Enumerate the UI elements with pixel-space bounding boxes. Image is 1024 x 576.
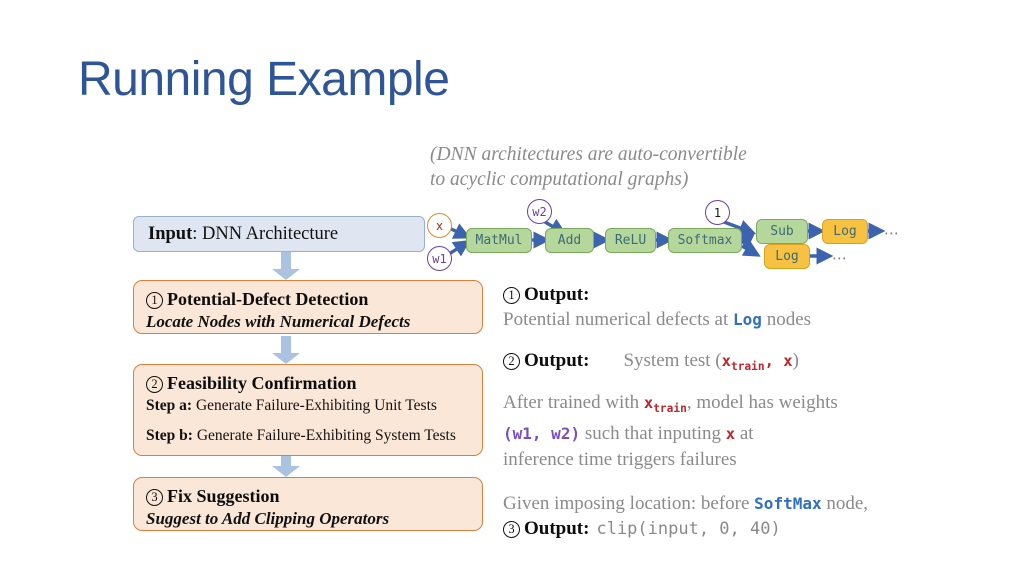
- line1-before: Given imposing location: before: [503, 493, 755, 515]
- stage-3-title: 3 Fix Suggestion: [146, 485, 470, 508]
- explanation-block-3: After trained with xtrain, model has wei…: [503, 390, 903, 472]
- stage-box-feasibility-confirmation: 2 Feasibility Confirmation Step a: Genera…: [133, 364, 483, 456]
- input-box-value: : DNN Architecture: [192, 223, 339, 244]
- graph-input-x: x: [427, 213, 452, 238]
- graph-node-sub: Sub: [756, 219, 808, 244]
- graph-node-relu: ReLU: [605, 228, 656, 253]
- graph-caption-line-1: (DNN architectures are auto-convertible: [430, 144, 747, 165]
- graph-caption-line-2: to acyclic computational graphs): [430, 169, 689, 190]
- stage-1-number: 1: [146, 292, 163, 309]
- flow-arrow-stage1-to-stage2: [272, 336, 300, 364]
- x-token: x: [783, 352, 793, 370]
- arrow-shaft: [281, 336, 291, 353]
- stage-2-step-a-text: Generate Failure-Exhibiting Unit Tests: [192, 397, 437, 414]
- arrow-head: [272, 353, 300, 364]
- output-1-label: Output:: [524, 284, 590, 305]
- graph-node-matmul: MatMul: [466, 228, 532, 253]
- explanation-4-line-1: Given imposing location: before SoftMax …: [503, 491, 903, 516]
- stage-2-title-text: Feasibility Confirmation: [167, 373, 357, 393]
- output-2-text-before: System test (: [623, 350, 722, 371]
- arrow-shaft: [281, 252, 291, 269]
- stage-box-potential-defect-detection: 1 Potential-Defect Detection Locate Nodes…: [133, 280, 483, 334]
- stage-1-title: 1 Potential-Defect Detection: [146, 288, 470, 311]
- line1-after: node,: [821, 493, 869, 515]
- arrow-head: [272, 466, 300, 477]
- output-3-heading: 3 Output:: [503, 516, 589, 541]
- line1-before: After trained with: [503, 392, 644, 414]
- input-box-label: Input: [148, 223, 193, 244]
- w2-token: w2: [541, 424, 571, 444]
- output-1-heading: 1 Output:: [503, 282, 903, 307]
- w1-token: w1,: [512, 424, 542, 444]
- output-2-row: 2 Output: System test (xtrain, x): [503, 348, 903, 379]
- stage-2-title: 2 Feasibility Confirmation: [146, 372, 470, 395]
- graph-node-log-bottom: Log: [764, 244, 810, 269]
- page-title: Running Example: [78, 53, 450, 106]
- x-train-token: xtrain: [721, 352, 765, 374]
- output-1-text: Potential numerical defects at Log nodes: [503, 307, 903, 332]
- graph-ellipsis-top: ⋯: [884, 224, 899, 242]
- line2-end: at: [735, 423, 754, 445]
- x-train-token: xtrain: [643, 394, 687, 416]
- output-1-number: 1: [503, 287, 520, 304]
- output-2-text: System test (xtrain, x): [623, 348, 798, 379]
- stage-2-step-b: Step b: Generate Failure-Exhibiting Syst…: [146, 425, 470, 446]
- flow-arrow-stage2-to-stage3: [272, 456, 300, 477]
- stage-1-subtitle: Locate Nodes with Numerical Defects: [146, 312, 411, 331]
- stage-2-step-b-text: Generate Failure-Exhibiting System Tests: [192, 427, 456, 444]
- explanation-3-line-2: (w1, w2) such that inputing x at: [503, 421, 903, 447]
- stage-box-fix-suggestion: 3 Fix Suggestion Suggest to Add Clipping …: [133, 477, 483, 531]
- explanation-3-line-1: After trained with xtrain, model has wei…: [503, 390, 903, 421]
- output-2-text-after: ): [792, 350, 799, 371]
- stage-1-title-text: Potential-Defect Detection: [167, 289, 369, 309]
- clip-code-token: clip(input, 0, 40): [596, 519, 781, 540]
- output-1-text-before: Potential numerical defects at: [503, 309, 734, 330]
- stage-2-step-b-label: Step b:: [146, 427, 193, 444]
- stage-2-spacer: [146, 416, 470, 425]
- graph-node-add: Add: [545, 228, 594, 253]
- graph-input-w2: w2: [527, 199, 552, 224]
- paren-open: (: [503, 424, 513, 444]
- explanation-panel: 1 Output: Potential numerical defects at …: [503, 282, 903, 541]
- paren-close: ): [570, 424, 581, 444]
- graph-node-log-top: Log: [822, 219, 868, 244]
- input-architecture-box: Input: DNN Architecture: [133, 216, 425, 252]
- stage-3-number: 3: [146, 489, 163, 506]
- graph-caption: (DNN architectures are auto-convertible …: [430, 142, 870, 192]
- output-2-label: Output:: [524, 350, 590, 371]
- output-3-label: Output:: [524, 518, 590, 540]
- output-2-heading: 2 Output:: [503, 348, 589, 373]
- explanation-block-4: Given imposing location: before SoftMax …: [503, 491, 903, 541]
- stage-3-subtitle: Suggest to Add Clipping Operators: [146, 509, 390, 528]
- graph-input-w1: w1: [427, 246, 452, 271]
- graph-ellipsis-bottom: ⋯: [832, 249, 847, 267]
- log-code-token: Log: [733, 310, 762, 329]
- explanation-block-2: 2 Output: System test (xtrain, x): [503, 348, 903, 379]
- graph-node-softmax: Softmax: [668, 228, 742, 253]
- explanation-block-1: 1 Output: Potential numerical defects at …: [503, 282, 903, 332]
- line2-mid: such that inputing: [580, 423, 726, 445]
- x-token: x: [725, 425, 736, 444]
- explanation-3-line-3: inference time triggers failures: [503, 449, 737, 471]
- flow-arrow-input-to-stage1: [272, 252, 300, 280]
- output-3-row: 3 Output: clip(input, 0, 40): [503, 516, 903, 541]
- arrow-shaft: [281, 456, 291, 466]
- line1-after: , model has weights: [686, 392, 838, 414]
- stage-2-step-a-label: Step a:: [146, 397, 193, 414]
- comma-token: ,: [764, 352, 784, 370]
- output-2-number: 2: [503, 353, 520, 370]
- output-3-number: 3: [503, 521, 520, 539]
- output-1-text-after: nodes: [761, 309, 812, 330]
- stage-2-number: 2: [146, 376, 163, 393]
- softmax-code-token: SoftMax: [754, 494, 822, 514]
- arrow-head: [272, 269, 300, 280]
- graph-input-one: 1: [705, 200, 730, 225]
- stage-3-title-text: Fix Suggestion: [167, 486, 280, 506]
- stage-2-step-a: Step a: Generate Failure-Exhibiting Unit…: [146, 395, 470, 416]
